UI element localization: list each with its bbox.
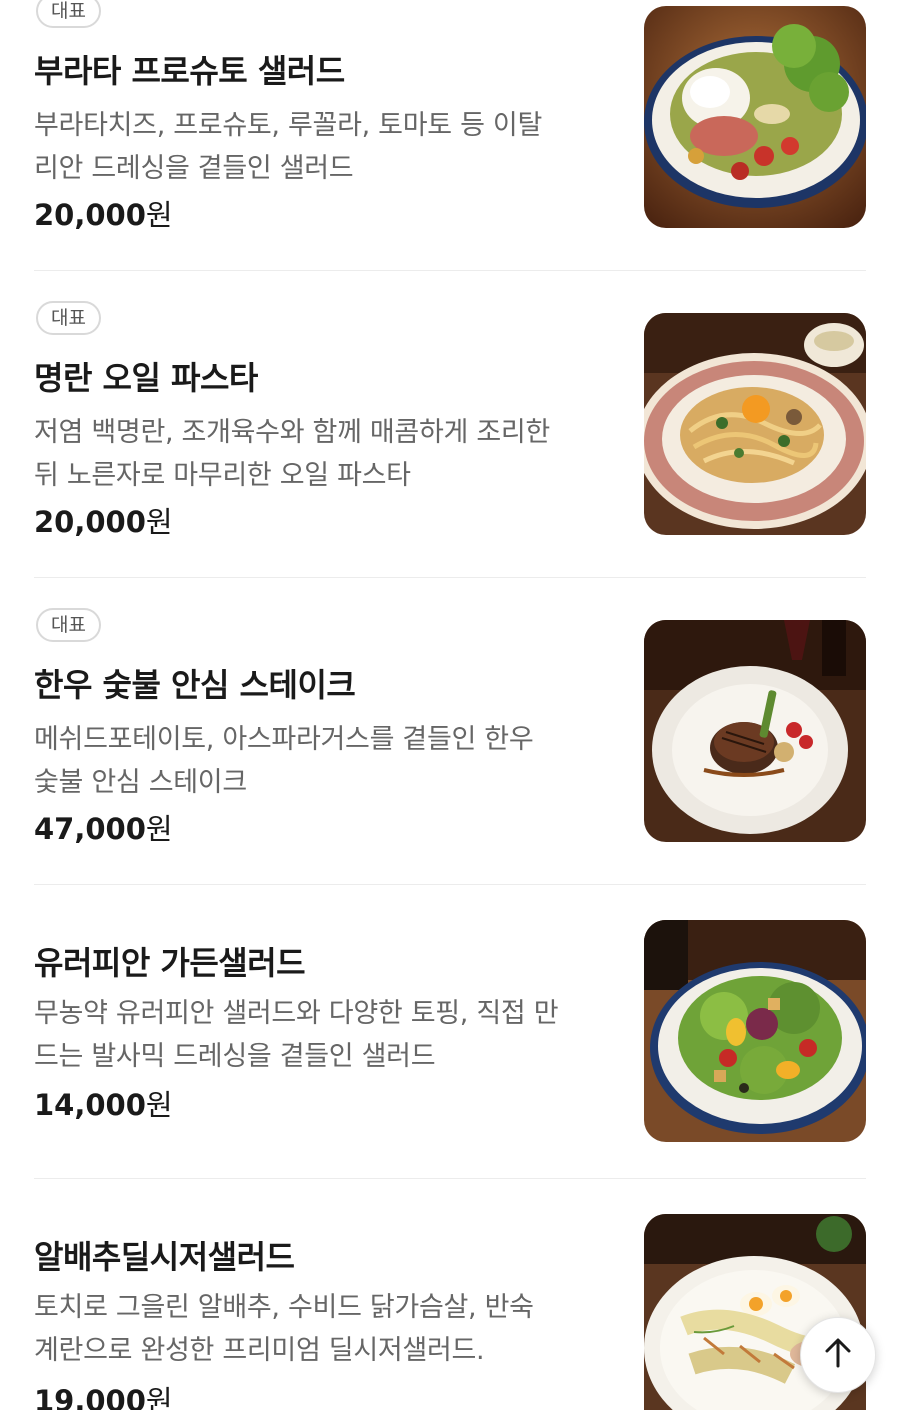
- menu-item[interactable]: 유러피안 가든샐러드 무농약 유러피안 샐러드와 다양한 토핑, 직접 만 드는…: [34, 920, 866, 1145]
- price-currency: 원: [145, 1384, 173, 1410]
- menu-item-price: 20,000원: [34, 192, 173, 234]
- menu-item-name: 알배추딜시저샐러드: [34, 1238, 295, 1276]
- menu-item[interactable]: 대표 한우 숯불 안심 스테이크 메쉬드포테이토, 아스파라거스를 곁들인 한우…: [34, 608, 866, 848]
- menu-item-description: 부라타치즈, 프로슈토, 루꼴라, 토마토 등 이탈 리안 드레싱을 곁들인 샐…: [34, 104, 624, 190]
- salad-burrata-photo[interactable]: [644, 6, 866, 228]
- menu-item-price: 14,000원: [34, 1082, 173, 1124]
- price-currency: 원: [145, 1088, 173, 1122]
- menu-list-page: 대표 부라타 프로슈토 샐러드 부라타치즈, 프로슈토, 루꼴라, 토마토 등 …: [0, 0, 900, 1410]
- menu-item-text: 알배추딜시저샐러드 토치로 그을린 알배추, 수비드 닭가슴살, 반숙 계란으로…: [34, 1214, 624, 1410]
- description-line: 리안 드레싱을 곁들인 샐러드: [34, 153, 354, 184]
- description-line: 부라타치즈, 프로슈토, 루꼴라, 토마토 등 이탈: [34, 110, 542, 141]
- menu-item-description: 토치로 그을린 알배추, 수비드 닭가슴살, 반숙 계란으로 완성한 프리미엄 …: [34, 1286, 624, 1372]
- description-line: 계란으로 완성한 프리미엄 딜시저샐러드.: [34, 1335, 485, 1366]
- description-line: 저염 백명란, 조개육수와 함께 매콤하게 조리한: [34, 417, 550, 448]
- menu-item[interactable]: 대표 명란 오일 파스타 저염 백명란, 조개육수와 함께 매콤하게 조리한 뒤…: [34, 301, 866, 541]
- signature-badge: 대표: [36, 301, 101, 335]
- signature-badge: 대표: [36, 608, 101, 642]
- description-line: 메쉬드포테이토, 아스파라거스를 곁들인 한우: [34, 724, 534, 755]
- steak-photo[interactable]: [644, 620, 866, 842]
- menu-item-name: 부라타 프로슈토 샐러드: [34, 52, 345, 90]
- menu-item-text: 유러피안 가든샐러드 무농약 유러피안 샐러드와 다양한 토핑, 직접 만 드는…: [34, 920, 624, 1145]
- menu-item-text: 대표 명란 오일 파스타 저염 백명란, 조개육수와 함께 매콤하게 조리한 뒤…: [34, 301, 624, 541]
- price-value: 19,000: [34, 1384, 146, 1410]
- menu-item-name: 유러피안 가든샐러드: [34, 944, 306, 982]
- description-line: 토치로 그을린 알배추, 수비드 닭가슴살, 반숙: [34, 1292, 534, 1323]
- price-value: 20,000: [34, 198, 146, 232]
- price-currency: 원: [145, 812, 173, 846]
- menu-item-description: 무농약 유러피안 샐러드와 다양한 토핑, 직접 만 드는 발사믹 드레싱을 곁…: [34, 992, 624, 1078]
- divider: [34, 884, 866, 885]
- pasta-photo[interactable]: [644, 313, 866, 535]
- menu-item[interactable]: 알배추딜시저샐러드 토치로 그을린 알배추, 수비드 닭가슴살, 반숙 계란으로…: [34, 1214, 866, 1410]
- menu-item[interactable]: 대표 부라타 프로슈토 샐러드 부라타치즈, 프로슈토, 루꼴라, 토마토 등 …: [34, 0, 866, 234]
- description-line: 드는 발사믹 드레싱을 곁들인 샐러드: [34, 1041, 436, 1072]
- price-value: 47,000: [34, 812, 146, 846]
- menu-item-text: 대표 부라타 프로슈토 샐러드 부라타치즈, 프로슈토, 루꼴라, 토마토 등 …: [34, 0, 624, 234]
- description-line: 무농약 유러피안 샐러드와 다양한 토핑, 직접 만: [34, 998, 559, 1029]
- menu-item-description: 메쉬드포테이토, 아스파라거스를 곁들인 한우 숯불 안심 스테이크: [34, 718, 624, 804]
- description-line: 숯불 안심 스테이크: [34, 767, 247, 798]
- menu-item-price: 19,000원: [34, 1378, 173, 1410]
- scroll-to-top-button[interactable]: [800, 1317, 876, 1393]
- menu-item-name: 명란 오일 파스타: [34, 359, 258, 397]
- description-line: 뒤 노른자로 마무리한 오일 파스타: [34, 460, 411, 491]
- divider: [34, 577, 866, 578]
- menu-item-name: 한우 숯불 안심 스테이크: [34, 666, 356, 704]
- price-currency: 원: [145, 505, 173, 539]
- divider: [34, 1178, 866, 1179]
- menu-item-text: 대표 한우 숯불 안심 스테이크 메쉬드포테이토, 아스파라거스를 곁들인 한우…: [34, 608, 624, 848]
- price-value: 20,000: [34, 505, 146, 539]
- signature-badge: 대표: [36, 0, 101, 28]
- arrow-up-icon: [821, 1336, 855, 1374]
- menu-item-price: 20,000원: [34, 499, 173, 541]
- price-value: 14,000: [34, 1088, 146, 1122]
- price-currency: 원: [145, 198, 173, 232]
- garden-salad-photo[interactable]: [644, 920, 866, 1142]
- menu-item-price: 47,000원: [34, 806, 173, 848]
- divider: [34, 270, 866, 271]
- menu-item-description: 저염 백명란, 조개육수와 함께 매콤하게 조리한 뒤 노른자로 마무리한 오일…: [34, 411, 624, 497]
